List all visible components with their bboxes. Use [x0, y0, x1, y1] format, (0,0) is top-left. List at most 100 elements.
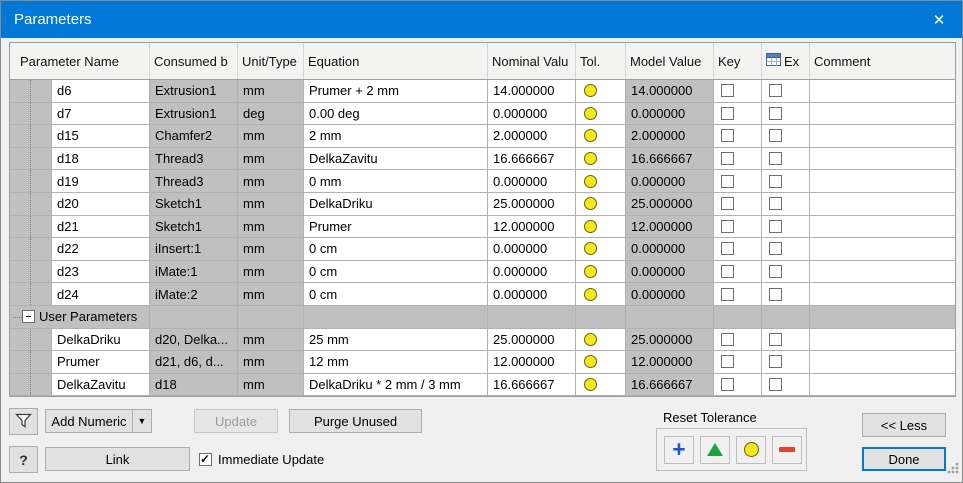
yellow-circle-icon[interactable]: [584, 152, 597, 166]
less-button[interactable]: << Less: [862, 413, 946, 437]
yellow-circle-icon[interactable]: [584, 84, 597, 98]
tolerance-cell[interactable]: [576, 328, 626, 352]
comment-cell[interactable]: [810, 329, 955, 352]
param-name-cell[interactable]: d19: [52, 170, 150, 193]
tolerance-cell[interactable]: [576, 147, 626, 171]
nominal-value-cell[interactable]: 16.666667: [488, 373, 576, 397]
resize-grip-icon[interactable]: [946, 461, 960, 480]
param-name-cell[interactable]: d23: [52, 260, 150, 284]
param-name-cell[interactable]: d7: [52, 102, 150, 126]
equation-cell[interactable]: 25 mm: [304, 328, 488, 352]
key-checkbox[interactable]: [721, 129, 734, 143]
key-cell[interactable]: [714, 283, 762, 306]
comment-cell[interactable]: [810, 216, 955, 239]
equation-cell[interactable]: 0.00 deg: [304, 102, 488, 126]
export-checkbox[interactable]: [769, 378, 782, 392]
chevron-down-icon[interactable]: ▼: [132, 410, 151, 432]
export-cell[interactable]: [762, 238, 810, 261]
yellow-circle-icon[interactable]: [584, 197, 597, 211]
tolerance-cell[interactable]: [576, 125, 626, 148]
key-checkbox[interactable]: [721, 219, 734, 233]
reset-tolerance-minus-button[interactable]: [772, 435, 802, 464]
reset-tolerance-plus-button[interactable]: +: [664, 435, 694, 464]
tolerance-cell[interactable]: [576, 260, 626, 284]
equation-cell[interactable]: 0 cm: [304, 260, 488, 284]
export-cell[interactable]: [762, 373, 810, 397]
export-checkbox[interactable]: [769, 174, 782, 188]
nominal-value-cell[interactable]: 25.000000: [488, 328, 576, 352]
param-name-cell[interactable]: d21: [52, 215, 150, 239]
close-icon[interactable]: ✕: [916, 1, 962, 38]
export-checkbox[interactable]: [769, 129, 782, 143]
key-checkbox[interactable]: [721, 242, 734, 256]
key-cell[interactable]: [714, 147, 762, 171]
yellow-circle-icon[interactable]: [584, 265, 597, 279]
export-checkbox[interactable]: [769, 332, 782, 346]
done-button[interactable]: Done: [862, 447, 946, 471]
equation-cell[interactable]: 2 mm: [304, 125, 488, 148]
yellow-circle-icon[interactable]: [584, 106, 597, 120]
param-name-cell[interactable]: d15: [52, 125, 150, 148]
export-checkbox[interactable]: [769, 106, 782, 120]
comment-cell[interactable]: [810, 103, 955, 126]
equation-cell[interactable]: Prumer: [304, 215, 488, 239]
tolerance-cell[interactable]: [576, 373, 626, 397]
export-cell[interactable]: [762, 147, 810, 171]
key-cell[interactable]: [714, 373, 762, 397]
collapse-icon[interactable]: [22, 310, 35, 324]
comment-cell[interactable]: [810, 283, 955, 306]
comment-cell[interactable]: [810, 193, 955, 216]
tolerance-cell[interactable]: [576, 80, 626, 103]
param-name-cell[interactable]: DelkaDriku: [52, 328, 150, 352]
yellow-circle-icon[interactable]: [584, 378, 597, 392]
nominal-value-cell[interactable]: 16.666667: [488, 147, 576, 171]
export-checkbox[interactable]: [769, 287, 782, 301]
export-cell[interactable]: [762, 215, 810, 239]
tolerance-cell[interactable]: [576, 170, 626, 193]
param-name-cell[interactable]: Prumer: [52, 351, 150, 374]
param-name-cell[interactable]: d24: [52, 283, 150, 306]
key-checkbox[interactable]: [721, 332, 734, 346]
param-name-cell[interactable]: DelkaZavitu: [52, 373, 150, 397]
reset-tolerance-upper-button[interactable]: [700, 435, 730, 464]
key-cell[interactable]: [714, 328, 762, 352]
reset-tolerance-nominal-button[interactable]: [736, 435, 766, 464]
tolerance-cell[interactable]: [576, 102, 626, 126]
key-checkbox[interactable]: [721, 174, 734, 188]
key-checkbox[interactable]: [721, 106, 734, 120]
param-name-cell[interactable]: d20: [52, 192, 150, 216]
key-cell[interactable]: [714, 125, 762, 148]
yellow-circle-icon[interactable]: [584, 129, 597, 143]
export-cell[interactable]: [762, 328, 810, 352]
equation-cell[interactable]: DelkaZavitu: [304, 147, 488, 171]
purge-unused-button[interactable]: Purge Unused: [289, 409, 422, 433]
nominal-value-cell[interactable]: 0.000000: [488, 283, 576, 306]
filter-button[interactable]: [9, 408, 38, 435]
key-cell[interactable]: [714, 238, 762, 261]
key-cell[interactable]: [714, 102, 762, 126]
export-cell[interactable]: [762, 260, 810, 284]
nominal-value-cell[interactable]: 12.000000: [488, 215, 576, 239]
export-cell[interactable]: [762, 351, 810, 374]
export-cell[interactable]: [762, 283, 810, 306]
export-cell[interactable]: [762, 192, 810, 216]
tolerance-cell[interactable]: [576, 238, 626, 261]
export-cell[interactable]: [762, 125, 810, 148]
comment-cell[interactable]: [810, 238, 955, 261]
key-checkbox[interactable]: [721, 197, 734, 211]
export-cell[interactable]: [762, 170, 810, 193]
yellow-circle-icon[interactable]: [584, 332, 597, 346]
key-checkbox[interactable]: [721, 265, 734, 279]
comment-cell[interactable]: [810, 261, 955, 284]
nominal-value-cell[interactable]: 0.000000: [488, 260, 576, 284]
key-cell[interactable]: [714, 80, 762, 103]
export-checkbox[interactable]: [769, 197, 782, 211]
yellow-circle-icon[interactable]: [584, 242, 597, 256]
comment-cell[interactable]: [810, 80, 955, 103]
export-cell[interactable]: [762, 102, 810, 126]
key-cell[interactable]: [714, 351, 762, 374]
equation-cell[interactable]: 0 mm: [304, 170, 488, 193]
tolerance-cell[interactable]: [576, 351, 626, 374]
key-checkbox[interactable]: [721, 355, 734, 369]
nominal-value-cell[interactable]: 14.000000: [488, 80, 576, 103]
